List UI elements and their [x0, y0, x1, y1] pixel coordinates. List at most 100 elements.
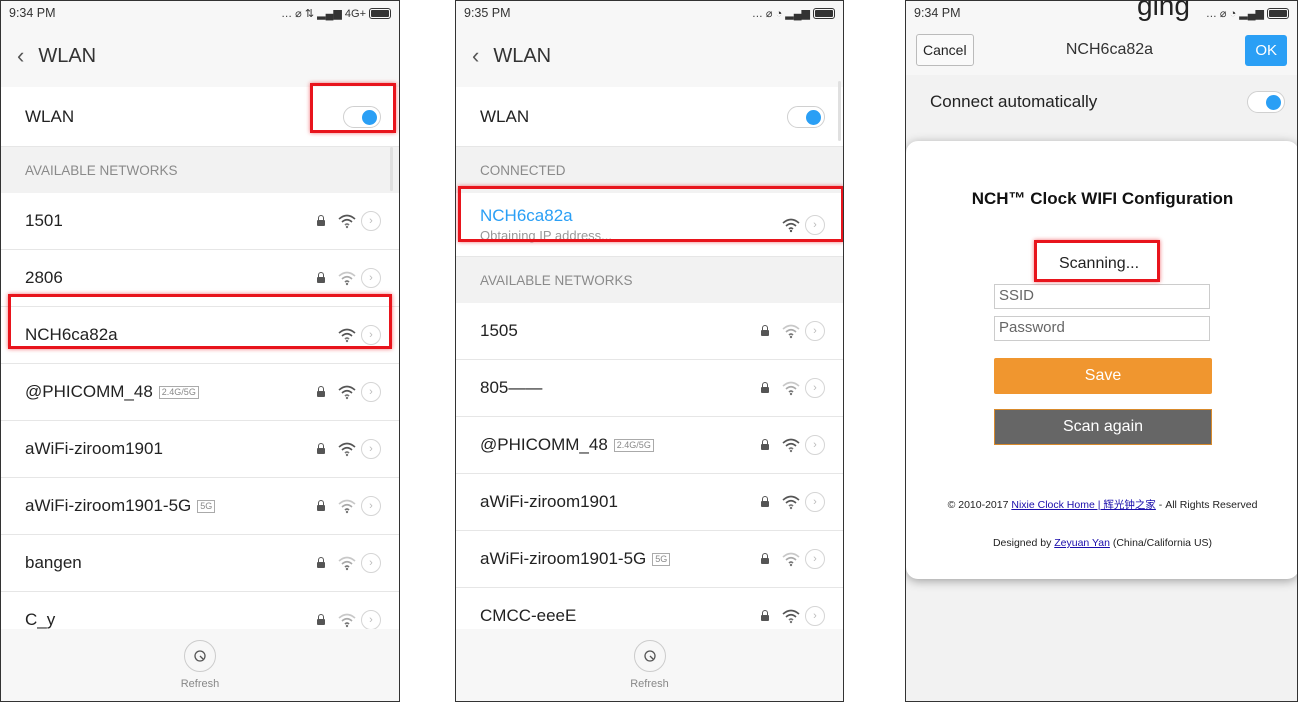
- ok-button[interactable]: OK: [1245, 34, 1287, 66]
- network-details-button[interactable]: ›: [361, 553, 381, 573]
- wlan-toggle[interactable]: [787, 105, 825, 128]
- wlan-label: WLAN: [480, 106, 530, 126]
- connected-network-name: NCH6ca82a: [480, 206, 573, 225]
- network-row[interactable]: aWiFi-ziroom1901 ›: [1, 421, 399, 478]
- status-time: 9:34 PM: [9, 6, 56, 20]
- config-portal-card: NCH™ Clock WIFI Configuration Scanning..…: [906, 141, 1297, 579]
- network-details-button[interactable]: ›: [805, 549, 825, 569]
- wifi-icon: [338, 613, 356, 628]
- title-bar: ‹ WLAN: [1, 25, 399, 87]
- portal-title: NCH™ Clock WIFI Configuration: [971, 189, 1234, 208]
- lock-icon: [317, 557, 325, 568]
- network-row[interactable]: 2806 ›: [1, 250, 399, 307]
- save-button[interactable]: Save: [994, 358, 1212, 394]
- wlan-toggle[interactable]: [343, 105, 381, 128]
- wifi-icon: [782, 324, 800, 339]
- page-title: WLAN: [493, 44, 552, 67]
- network-row[interactable]: 805—— ›: [456, 360, 843, 417]
- network-row[interactable]: aWiFi-ziroom1901 ›: [456, 474, 843, 531]
- designer-link[interactable]: Zeyuan Yan: [1054, 537, 1110, 549]
- toggle-knob: [1266, 95, 1281, 110]
- page-title: WLAN: [38, 44, 97, 67]
- battery-icon: [813, 7, 835, 19]
- network-details-button[interactable]: ›: [805, 214, 825, 235]
- lock-icon: [761, 496, 769, 507]
- network-name: 1501: [25, 211, 63, 230]
- scrollbar[interactable]: [390, 147, 393, 191]
- network-details-button[interactable]: ›: [805, 492, 825, 512]
- network-row[interactable]: 1501 ›: [1, 193, 399, 250]
- ssid-input[interactable]: SSID: [994, 284, 1210, 309]
- network-details-button[interactable]: ›: [805, 435, 825, 455]
- refresh-button[interactable]: [633, 640, 666, 672]
- network-name: @PHICOMM_48 2.4G/5G: [480, 435, 761, 455]
- network-row[interactable]: aWiFi-ziroom1901-5G 5G ›: [456, 531, 843, 588]
- network-details-button[interactable]: ›: [361, 268, 381, 288]
- status-bar: 9:35 PM … ⌀ ◔ ▂▄▆: [456, 1, 843, 25]
- cancel-button[interactable]: Cancel: [916, 34, 974, 66]
- refresh-icon: [194, 650, 206, 662]
- section-header: AVAILABLE NETWORKS: [456, 257, 843, 303]
- refresh-bar: Refresh: [456, 629, 843, 701]
- network-details-button[interactable]: ›: [361, 496, 381, 516]
- band-tag: 5G: [197, 500, 216, 514]
- clipped-heading-text: ging: [1137, 0, 1190, 21]
- toggle-knob: [806, 109, 821, 125]
- network-details-button[interactable]: ›: [805, 321, 825, 341]
- network-details-button[interactable]: ›: [361, 211, 381, 231]
- network-name: aWiFi-ziroom1901: [25, 439, 163, 458]
- auto-connect-row[interactable]: Connect automatically: [906, 75, 1297, 129]
- phone-screen-3: 9:34 PM … ⌀ ◔ ▂▄▆ Cancel NCH6ca82a OK Co…: [905, 0, 1298, 702]
- scrollbar[interactable]: [838, 81, 841, 141]
- network-row[interactable]: aWiFi-ziroom1901-5G 5G ›: [1, 478, 399, 535]
- network-details-button[interactable]: ›: [805, 378, 825, 398]
- lock-icon: [317, 443, 325, 454]
- wifi-icon: [338, 499, 356, 514]
- status-icons: … ⌀ ◔ ▂▄▆: [752, 7, 835, 20]
- network-list: 1505 › 805—— › @PHICOMM_48 2.4G/5G › aWiFi-ziro…: [456, 303, 843, 645]
- band-tag: 5G: [652, 553, 671, 567]
- refresh-label: Refresh: [630, 678, 669, 690]
- wifi-icon: [338, 214, 356, 229]
- phone-screen-2: 9:35 PM … ⌀ ◔ ▂▄▆ ‹ WLAN WLAN CONNECTED …: [455, 0, 844, 702]
- refresh-icon: [643, 650, 656, 662]
- network-row[interactable]: 1505 ›: [456, 303, 843, 360]
- wifi-icon: [338, 385, 356, 400]
- refresh-button[interactable]: [184, 640, 216, 672]
- back-arrow-icon[interactable]: ‹: [17, 43, 24, 69]
- back-arrow-icon[interactable]: ‹: [472, 43, 479, 69]
- wlan-label: WLAN: [25, 106, 75, 126]
- password-input[interactable]: Password: [994, 316, 1210, 341]
- wifi-icon: [782, 438, 800, 453]
- network-details-button[interactable]: ›: [361, 610, 381, 630]
- wlan-toggle-row[interactable]: WLAN: [1, 87, 399, 147]
- refresh-label: Refresh: [180, 678, 220, 690]
- wifi-icon: [338, 442, 356, 457]
- lock-icon: [761, 439, 769, 450]
- nixie-clock-home-link[interactable]: Nixie Clock Home | 辉光钟之家: [1011, 499, 1156, 511]
- network-row[interactable]: NCH6ca82a ›: [1, 307, 399, 364]
- network-details-button[interactable]: ›: [361, 382, 381, 402]
- network-row[interactable]: bangen ›: [1, 535, 399, 592]
- connected-network-info: NCH6ca82a Obtaining IP address...: [480, 206, 781, 243]
- wlan-toggle-row[interactable]: WLAN: [456, 87, 843, 147]
- network-row[interactable]: @PHICOMM_48 2.4G/5G ›: [1, 364, 399, 421]
- network-row[interactable]: @PHICOMM_48 2.4G/5G ›: [456, 417, 843, 474]
- status-icons: … ⌀ ◔ ▂▄▆: [1206, 7, 1289, 20]
- lock-icon: [761, 382, 769, 393]
- lock-icon: [317, 614, 325, 625]
- connected-network-row[interactable]: NCH6ca82a Obtaining IP address... ›: [456, 193, 843, 257]
- phone-screen-1: 9:34 PM … ⌀ ⇅ ▂▄▆ 4G+ ‹ WLAN WLAN AVAILA…: [0, 0, 400, 702]
- designer-credit: Designed by Zeyuan Yan (China/California…: [992, 537, 1213, 549]
- network-details-button[interactable]: ›: [361, 325, 381, 345]
- wifi-icon: [338, 556, 356, 571]
- network-details-button[interactable]: ›: [805, 606, 825, 626]
- auto-connect-toggle[interactable]: [1247, 91, 1285, 113]
- network-list: 1501 › 2806 › NCH6ca82a › @PHICOMM_48 2.4G/5G › a…: [1, 193, 399, 649]
- lock-icon: [317, 272, 325, 283]
- dialog-header: Cancel NCH6ca82a OK: [906, 25, 1297, 75]
- network-name: 2806: [25, 268, 63, 287]
- network-details-button[interactable]: ›: [361, 439, 381, 459]
- wifi-icon: [782, 381, 800, 396]
- scan-again-button[interactable]: Scan again: [994, 409, 1212, 445]
